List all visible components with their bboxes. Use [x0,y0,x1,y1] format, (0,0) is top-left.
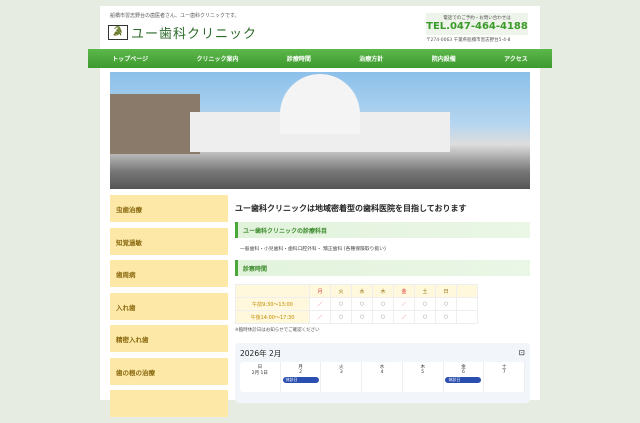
date: 2 [299,370,303,375]
table-cell [456,284,478,298]
nav-facilities[interactable]: 院内設備 [432,54,456,63]
departments-text: 一般歯科・小児歯科・歯科口腔外科・ 矯正歯科 (各種保険取り扱い) [240,247,386,252]
sidebar-item[interactable]: 知覚過敏 [110,227,228,255]
calendar-icon[interactable]: ⊡ [519,348,525,359]
table-cell: ／ [393,297,415,311]
calendar-day[interactable]: 月 2 休診日 [281,362,322,392]
calendar-event[interactable]: 休診日 [282,377,319,383]
table-cell: ○ [372,310,394,324]
table-cell [456,297,478,311]
day-header: 木 [372,284,394,298]
date: 2月 1日 [251,371,268,376]
logo-text: ユー歯科クリニック [131,27,258,42]
table-cell: ○ [372,297,394,311]
page: 船橋市習志野台の歯医者さん、ユー歯科クリニックです。 🐊 ユー歯科クリニック 電話… [88,6,552,417]
sidebar-item[interactable] [110,390,228,417]
table-corner [235,284,310,298]
table-cell [456,310,478,324]
table-cell: ○ [351,297,373,311]
calendar-title: 2026年 2月 [240,349,282,358]
hours-note: ※臨時休診日はお知らせでご確認ください [235,328,320,333]
calendar-day[interactable]: 日 2月 1日 [240,362,281,392]
time-label: 午後14:00～17:30 [235,310,310,324]
table-cell: ○ [414,297,436,311]
section-heading: ユー歯科クリニックの診療科目 [235,222,530,238]
address: 〒274-0063 千葉県船橋市習志野台5-4-8 [426,38,511,43]
table-row: 午後14:00～17:30 ／ ○ ○ ○ ／ ○ ○ [235,310,478,324]
section-heading: 診察時間 [235,260,530,276]
calendar-day[interactable]: 水4 [362,362,403,392]
day-header: 日 [435,284,457,298]
calendar-day[interactable]: 金 6 休診日 [444,362,485,392]
sidebar: 虫歯治療知覚過敏歯周病入れ歯精密入れ歯歯の根の治療 [110,195,228,423]
date: 6 [462,370,465,375]
time-label: 午前9:30～13:00 [235,297,310,311]
sidebar-item[interactable]: 歯周病 [110,260,228,287]
day-header: 月 [309,284,331,298]
calendar: 2026年 2月 ⊡ 日 2月 1日月 2 休診日火 3 水 4 木 5 金 6 休診日土 7 [235,343,530,403]
tagline: 船橋市習志野台の歯医者さん、ユー歯科クリニックです。 [110,13,240,19]
calendar-event[interactable]: 休診日 [445,377,482,383]
weekday: 日 [257,365,263,370]
table-row: 午前9:30～13:00 ／ ○ ○ ○ ／ ○ ○ [235,297,478,311]
nav-policy[interactable]: 治療方針 [359,54,383,63]
contact-box: 電話でのご予約・お問い合わせは TEL.047-464-4188 [426,13,528,35]
day-header: 水 [351,284,373,298]
clinic-photo [110,72,530,189]
table-cell: ○ [351,310,373,324]
page-title: ユー歯科クリニックは地域密着型の歯科医院を目指しております [235,204,467,213]
table-cell: ○ [435,310,457,324]
date: 3 [339,370,343,375]
calendar-day[interactable]: 土7 [484,362,526,392]
table-cell: ／ [309,297,331,311]
table-cell: ／ [309,310,331,324]
main-content: ユー歯科クリニックは地域密着型の歯科医院を目指しております ユー歯科クリニックの… [235,203,530,403]
calendar-day[interactable]: 木5 [403,362,444,392]
nav-bar: トップページ クリニック案内 診療時間 治療方針 院内設備 アクセス [88,49,552,68]
date: 5 [421,370,425,375]
nav-top[interactable]: トップページ [112,54,148,63]
day-header: 金 [393,284,415,298]
table-cell: ○ [330,297,352,311]
sidebar-item[interactable]: 精密入れ歯 [110,325,228,352]
logo-icon: 🐊 [108,25,128,40]
day-header: 火 [330,284,352,298]
day-header: 土 [414,284,436,298]
date: 4 [380,370,384,375]
phone[interactable]: TEL.047-464-4188 [426,21,528,32]
sidebar-item[interactable]: 虫歯治療 [110,195,228,222]
sidebar-item[interactable]: 入れ歯 [110,292,228,320]
nav-access[interactable]: アクセス [504,54,528,63]
table-cell: ／ [393,310,415,324]
hours-table: 月火水木金土日午前9:30～13:00 ／ ○ ○ ○ ／ ○ ○ 午後14:00～17:30 ／… [235,284,478,324]
logo[interactable]: 🐊 ユー歯科クリニック [108,23,257,42]
nav-hours[interactable]: 診療時間 [287,54,311,63]
calendar-day[interactable]: 火3 [321,362,363,392]
date: 7 [502,370,506,375]
nav-clinic[interactable]: クリニック案内 [196,54,238,63]
table-cell: ○ [414,310,436,324]
table-cell: ○ [330,310,352,324]
sidebar-item[interactable]: 歯の根の治療 [110,357,228,385]
table-cell: ○ [435,297,457,311]
